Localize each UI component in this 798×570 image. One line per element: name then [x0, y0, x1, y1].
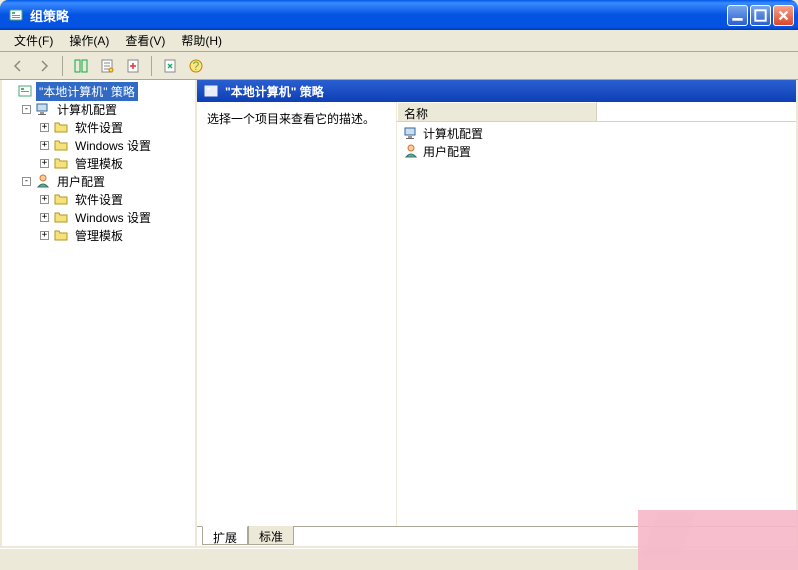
export-button[interactable]	[121, 54, 145, 78]
folder-icon	[53, 227, 69, 243]
show-hide-tree-button[interactable]	[69, 54, 93, 78]
tree-root-label: "本地计算机" 策略	[36, 82, 138, 101]
expander-icon[interactable]: +	[40, 195, 49, 204]
menu-action[interactable]: 操作(A)	[61, 30, 117, 51]
tree-item-label: 管理模板	[72, 226, 126, 245]
tree-item-label: Windows 设置	[72, 208, 154, 227]
policy-icon	[203, 83, 219, 99]
tree-windows-settings[interactable]: + Windows 设置	[40, 208, 193, 226]
details-pane: "本地计算机" 策略 选择一个项目来查看它的描述。 名称 计算机配置 用户配置	[197, 80, 796, 546]
tree-software-settings[interactable]: + 软件设置	[40, 190, 193, 208]
list-header: 名称	[397, 102, 796, 122]
description-panel: 选择一个项目来查看它的描述。	[197, 102, 397, 526]
expander-icon[interactable]: -	[22, 177, 31, 186]
expander-placeholder	[4, 87, 13, 96]
help-button[interactable]: ?	[184, 54, 208, 78]
details-header-title: "本地计算机" 策略	[225, 83, 324, 100]
tree-pane: "本地计算机" 策略 - 计算机配置 + 软件设置	[2, 80, 197, 546]
computer-icon	[403, 125, 419, 141]
expander-icon[interactable]: +	[40, 213, 49, 222]
minimize-button[interactable]	[727, 5, 748, 26]
menu-file[interactable]: 文件(F)	[6, 30, 61, 51]
list-item[interactable]: 用户配置	[399, 142, 794, 160]
computer-icon	[35, 101, 51, 117]
user-icon	[403, 143, 419, 159]
window-title: 组策略	[30, 6, 727, 25]
folder-icon	[53, 119, 69, 135]
tree-computer-config[interactable]: - 计算机配置	[22, 100, 193, 118]
description-text: 选择一个项目来查看它的描述。	[207, 112, 375, 126]
tree-root[interactable]: "本地计算机" 策略	[4, 82, 193, 100]
expander-icon[interactable]: +	[40, 231, 49, 240]
list-item-label: 用户配置	[423, 143, 471, 160]
tree-admin-templates[interactable]: + 管理模板	[40, 154, 193, 172]
expander-icon[interactable]: +	[40, 141, 49, 150]
menu-view[interactable]: 查看(V)	[117, 30, 173, 51]
menu-bar: 文件(F) 操作(A) 查看(V) 帮助(H)	[0, 30, 798, 52]
list-item-label: 计算机配置	[423, 125, 483, 142]
tab-extended[interactable]: 扩展	[202, 526, 248, 545]
title-bar: 组策略	[0, 0, 798, 30]
app-icon	[8, 7, 24, 23]
user-icon	[35, 173, 51, 189]
list-item[interactable]: 计算机配置	[399, 124, 794, 142]
list-panel: 名称 计算机配置 用户配置	[397, 102, 796, 526]
tree-user-config[interactable]: - 用户配置	[22, 172, 193, 190]
folder-icon	[53, 137, 69, 153]
expander-icon[interactable]: +	[40, 159, 49, 168]
details-header: "本地计算机" 策略	[197, 80, 796, 102]
tree-software-settings[interactable]: + 软件设置	[40, 118, 193, 136]
tree-item-label: 软件设置	[72, 118, 126, 137]
maximize-button[interactable]	[750, 5, 771, 26]
tree-item-label: 软件设置	[72, 190, 126, 209]
expander-icon[interactable]: +	[40, 123, 49, 132]
tree-item-label: 管理模板	[72, 154, 126, 173]
folder-icon	[53, 155, 69, 171]
policy-icon	[17, 83, 33, 99]
refresh-button[interactable]	[158, 54, 182, 78]
toolbar: ?	[0, 52, 798, 80]
main-content: "本地计算机" 策略 - 计算机配置 + 软件设置	[0, 80, 798, 548]
svg-text:?: ?	[193, 59, 200, 73]
toolbar-separator	[151, 56, 152, 76]
folder-icon	[53, 191, 69, 207]
expander-icon[interactable]: -	[22, 105, 31, 114]
tree-admin-templates[interactable]: + 管理模板	[40, 226, 193, 244]
tab-standard[interactable]: 标准	[248, 526, 294, 545]
watermark-decor	[638, 510, 798, 570]
close-button[interactable]	[773, 5, 794, 26]
forward-button[interactable]	[32, 54, 56, 78]
tree-item-label: 用户配置	[54, 172, 108, 191]
properties-button[interactable]	[95, 54, 119, 78]
menu-help[interactable]: 帮助(H)	[173, 30, 230, 51]
tree-windows-settings[interactable]: + Windows 设置	[40, 136, 193, 154]
toolbar-separator	[62, 56, 63, 76]
tree-item-label: 计算机配置	[54, 100, 120, 119]
folder-icon	[53, 209, 69, 225]
tree-item-label: Windows 设置	[72, 136, 154, 155]
back-button[interactable]	[6, 54, 30, 78]
column-name[interactable]: 名称	[397, 102, 597, 121]
